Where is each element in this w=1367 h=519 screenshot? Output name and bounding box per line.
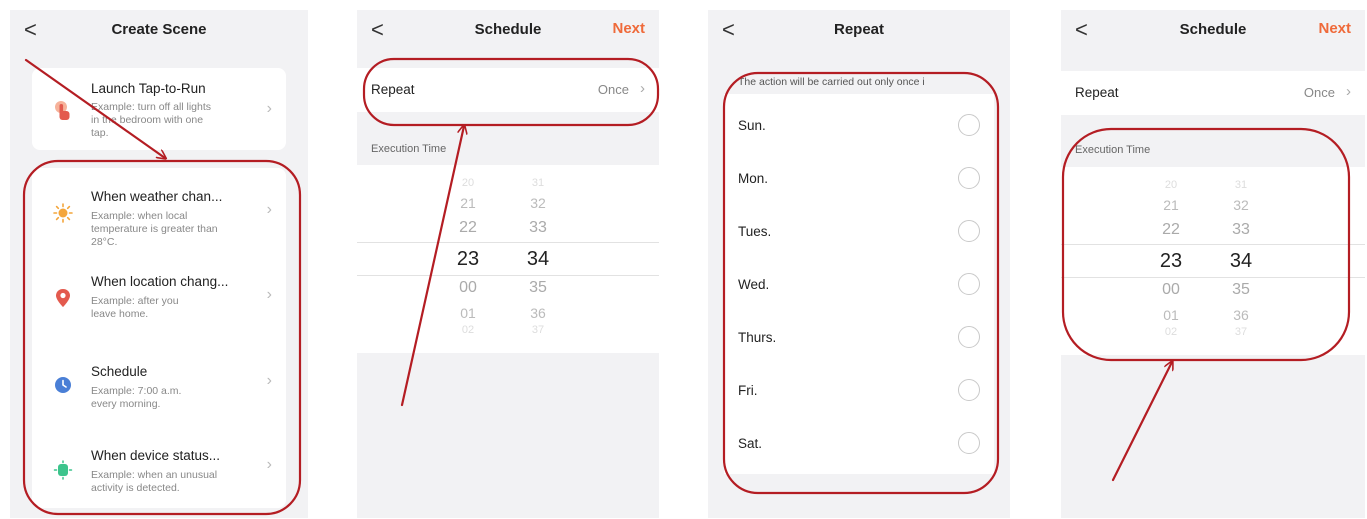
annotation-highlight xyxy=(22,159,302,516)
annotation-arrow xyxy=(24,58,165,158)
annotation-overlay xyxy=(22,57,1351,516)
annotation-arrow xyxy=(400,126,464,407)
annotation-highlight xyxy=(362,57,660,127)
annotation-highlight xyxy=(722,71,1000,495)
annotation-arrow xyxy=(1111,362,1172,482)
annotation-highlight xyxy=(1061,127,1351,362)
